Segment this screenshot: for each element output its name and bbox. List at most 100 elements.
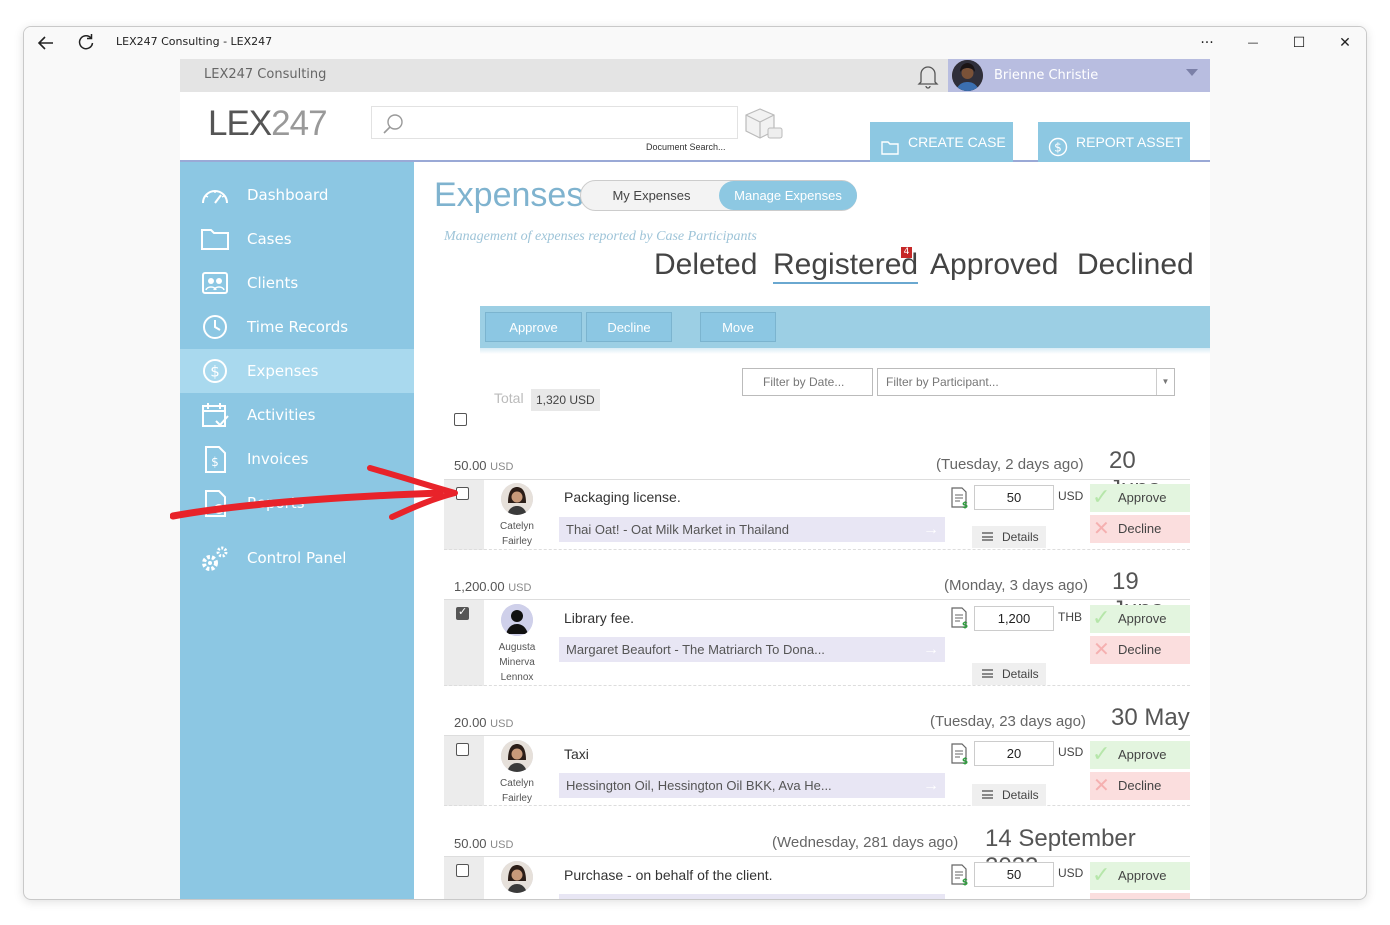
- sidebar-item-label: Control Panel: [247, 549, 347, 567]
- gauge-icon: [200, 181, 230, 209]
- bulk-move-button[interactable]: Move: [700, 312, 776, 342]
- sidebar-item-invoices[interactable]: $ Invoices: [180, 437, 414, 481]
- arrow-right-icon: →: [923, 777, 939, 794]
- amount-input[interactable]: 50: [974, 862, 1054, 887]
- sidebar-item-label: Cases: [247, 230, 292, 248]
- svg-text:$: $: [962, 757, 968, 765]
- approve-button[interactable]: ✓ Approve: [1090, 741, 1190, 769]
- bulk-approve-button[interactable]: Approve: [485, 312, 582, 342]
- window-title: LEX247 Consulting - LEX247: [116, 35, 273, 48]
- decline-button[interactable]: ✕Decline: [1090, 515, 1190, 543]
- toggle-manage-expenses[interactable]: Manage Expenses: [719, 181, 857, 210]
- sidebar-item-dashboard[interactable]: Dashboard: [180, 173, 414, 217]
- approve-button[interactable]: ✓ Approve: [1090, 605, 1190, 633]
- select-all-checkbox[interactable]: [454, 413, 467, 426]
- chevron-down-icon[interactable]: [1186, 69, 1198, 76]
- receipt-icon[interactable]: $: [950, 864, 970, 888]
- filter-by-date[interactable]: Filter by Date...: [742, 368, 873, 396]
- row-separator: [444, 805, 1190, 806]
- minimize-button[interactable]: —: [1240, 31, 1266, 55]
- row-checkbox[interactable]: [456, 743, 469, 756]
- decline-button[interactable]: ✕Decline: [1090, 772, 1190, 800]
- receipt-icon[interactable]: $: [950, 487, 970, 511]
- total-label: Total: [494, 390, 524, 406]
- more-options-button[interactable]: ···: [1194, 31, 1220, 55]
- gears-icon: [200, 544, 230, 572]
- create-case-button[interactable]: CREATE CASE: [870, 122, 1013, 162]
- clients-icon: [200, 269, 230, 297]
- refresh-icon[interactable]: [76, 32, 98, 54]
- expense-description: Taxi: [564, 746, 589, 762]
- currency-label: USD: [1058, 866, 1084, 880]
- menu-lines-icon: [982, 790, 993, 799]
- svg-text:$: $: [962, 501, 968, 509]
- sidebar-item-reports[interactable]: Reports: [180, 481, 414, 525]
- expense-row[interactable]: AugustaMinervaLennox Library fee. Margar…: [444, 600, 1190, 686]
- sidebar-item-activities[interactable]: Activities: [180, 393, 414, 437]
- sidebar-item-control-panel[interactable]: Control Panel: [180, 536, 414, 580]
- approve-button[interactable]: ✓ Approve: [1090, 862, 1190, 890]
- tab-registered[interactable]: Registered: [773, 248, 919, 284]
- avatar: [952, 60, 983, 91]
- currency-label: USD: [1058, 489, 1084, 503]
- menu-lines-icon: [982, 669, 993, 678]
- expense-row[interactable]: Purchase - on behalf of the client. $ 50…: [444, 857, 1190, 899]
- sidebar-item-expenses[interactable]: $ Expenses: [180, 349, 414, 393]
- group-amount: 50.00 USD: [454, 836, 514, 851]
- decline-button[interactable]: ✕Decline: [1090, 636, 1190, 664]
- details-button[interactable]: Details: [972, 663, 1046, 685]
- approve-button[interactable]: ✓ Approve: [1090, 484, 1190, 512]
- sidebar-item-time-records[interactable]: Time Records: [180, 305, 414, 349]
- details-button[interactable]: Details: [972, 526, 1046, 548]
- row-checkbox[interactable]: [456, 605, 469, 620]
- sidebar-item-cases[interactable]: Cases: [180, 217, 414, 261]
- checkmark-icon: ✓: [1092, 741, 1111, 766]
- sidebar: Dashboard Cases Clients Time Records $ E…: [180, 162, 414, 899]
- checkmark-icon: ✓: [1092, 862, 1111, 887]
- group-amount: 50.00 USD: [454, 458, 514, 473]
- case-link[interactable]: Hessington Oil, Hessington Oil BKK, Ava …: [559, 773, 945, 798]
- user-menu[interactable]: Brienne Christie: [948, 59, 1210, 92]
- package-search-icon[interactable]: [742, 106, 784, 142]
- case-link[interactable]: [559, 894, 945, 899]
- participant-name: Augusta Minerva Lennox: [498, 642, 536, 683]
- decline-button[interactable]: ✕Decline: [1090, 893, 1190, 899]
- maximize-button[interactable]: ☐: [1286, 31, 1312, 55]
- case-link[interactable]: Thai Oat! - Oat Milk Market in Thailand →: [559, 517, 945, 542]
- receipt-icon[interactable]: $: [950, 743, 970, 767]
- logo-bold: LEX: [208, 104, 272, 143]
- amount-input[interactable]: 50: [974, 485, 1054, 510]
- clock-icon: [200, 313, 230, 341]
- app-header: LEX247 Document Search... CREATE CASE $ …: [180, 92, 1210, 162]
- row-checkbox[interactable]: [456, 487, 469, 500]
- relative-date: (Wednesday, 281 days ago): [772, 834, 959, 851]
- case-link[interactable]: Margaret Beaufort - The Matriarch To Don…: [559, 637, 945, 662]
- expense-row[interactable]: Catelyn Fairley Packaging license. Thai O…: [444, 480, 1190, 550]
- tab-declined[interactable]: Declined: [1077, 248, 1194, 282]
- sidebar-item-clients[interactable]: Clients: [180, 261, 414, 305]
- receipt-icon[interactable]: $: [950, 607, 970, 631]
- report-asset-button[interactable]: $ REPORT ASSET: [1038, 122, 1190, 162]
- back-arrow-icon[interactable]: [36, 33, 58, 53]
- bulk-decline-button[interactable]: Decline: [586, 312, 672, 342]
- page-title: Expenses: [434, 176, 584, 214]
- bell-icon[interactable]: [916, 63, 940, 89]
- amount-input[interactable]: 1,200: [974, 606, 1054, 631]
- close-icon: ✕: [1093, 775, 1110, 797]
- filter-by-participant[interactable]: Filter by Participant... ▼: [877, 368, 1175, 396]
- row-checkbox[interactable]: [456, 864, 469, 877]
- tab-approved[interactable]: Approved: [930, 248, 1058, 282]
- registered-count-badge: 4: [901, 247, 912, 258]
- search-input[interactable]: [371, 106, 738, 139]
- expense-row[interactable]: Catelyn Fairley Taxi Hessington Oil, Hess…: [444, 736, 1190, 806]
- details-button[interactable]: Details: [972, 784, 1046, 806]
- row-selector: [444, 600, 484, 686]
- close-button[interactable]: ✕: [1332, 31, 1358, 55]
- avatar: [501, 861, 533, 893]
- toggle-my-expenses[interactable]: My Expenses: [589, 181, 714, 210]
- chevron-down-icon[interactable]: ▼: [1156, 369, 1174, 395]
- tab-deleted[interactable]: Deleted: [654, 248, 757, 282]
- checkmark-icon: ✓: [1092, 484, 1111, 509]
- logo[interactable]: LEX247: [208, 104, 328, 144]
- amount-input[interactable]: 20: [974, 741, 1054, 766]
